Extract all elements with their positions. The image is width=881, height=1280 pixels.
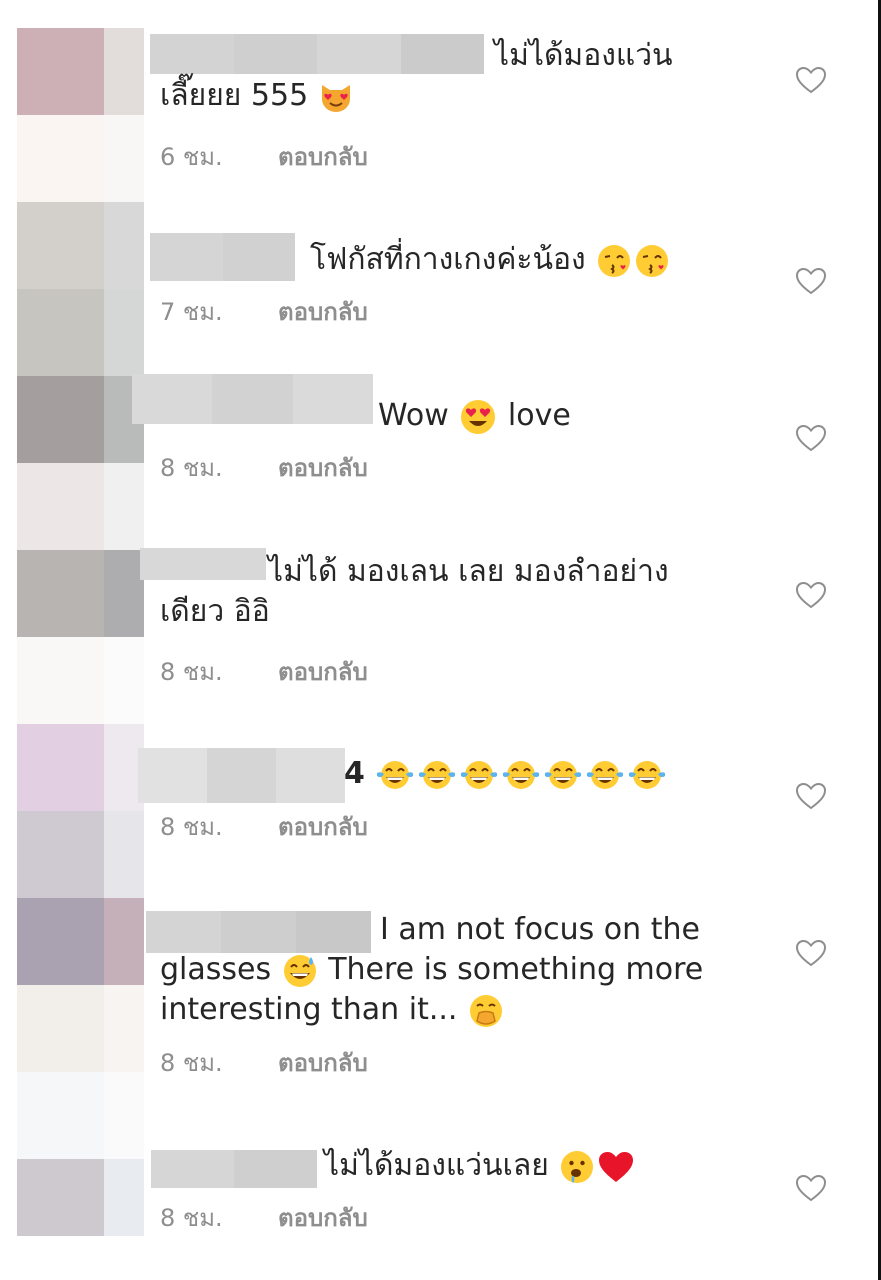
emoji-row [374,756,668,791]
like-heart-icon[interactable] [795,1173,827,1203]
comment-time: 8 ชม. [160,454,223,482]
reply-button[interactable]: ตอบกลับ [278,658,368,686]
reply-button[interactable]: ตอบกลับ [278,1049,368,1077]
tears-of-joy-icon [501,759,541,791]
comment-time: 6 ชม. [160,143,223,171]
like-heart-icon[interactable] [795,65,827,95]
comment-time: 8 ชม. [160,1204,223,1232]
like-heart-icon[interactable] [795,423,827,453]
like-heart-icon[interactable] [795,580,827,610]
reply-button[interactable]: ตอบกลับ [278,1204,368,1232]
like-heart-icon[interactable] [795,938,827,968]
comment-text: ไม่ได้มองแว่นเลย [160,1146,720,1186]
hand-over-mouth-icon [468,993,504,1029]
tears-of-joy-icon [375,759,415,791]
comment-meta: 7 ชม. ตอบกลับ [160,296,368,328]
reply-button[interactable]: ตอบกลับ [278,143,368,171]
comment-meta: 6 ชม. ตอบกลับ [160,141,368,173]
comment-meta: 8 ชม. ตอบกลับ [160,656,368,688]
heart-eyes-icon [459,398,497,436]
sweat-smile-icon [282,953,318,989]
like-heart-icon[interactable] [795,266,827,296]
avatar-blurred[interactable] [17,550,144,724]
drooling-face-icon [559,1149,595,1185]
avatar-blurred[interactable] [17,724,144,898]
tears-of-joy-icon [627,759,667,791]
like-heart-icon[interactable] [795,781,827,811]
comment-time: 8 ชม. [160,813,223,841]
comment-text: I am not focus on the glasses There is s… [160,912,704,1029]
comment-meta: 8 ชม. ตอบกลับ [160,1202,368,1234]
comment-time: 8 ชม. [160,1049,223,1077]
comment-text: ไม่ได้มองแว่น เลี๊ยยย 555 [160,38,673,113]
comment-time: 7 ชม. [160,298,223,326]
reply-button[interactable]: ตอบกลับ [278,454,368,482]
reply-button[interactable]: ตอบกลับ [278,813,368,841]
avatar-blurred[interactable] [17,1159,144,1236]
heart-eyes-cat-icon [319,81,353,113]
comment-time: 8 ชม. [160,658,223,686]
kissing-heart-icon [634,243,670,279]
comment-meta: 8 ชม. ตอบกลับ [160,1047,368,1079]
reply-button[interactable]: ตอบกลับ [278,298,368,326]
tears-of-joy-icon [585,759,625,791]
kissing-heart-icon [596,243,632,279]
comment-meta: 8 ชม. ตอบกลับ [160,811,368,843]
comment-text: Wow love [160,396,720,436]
tears-of-joy-icon [543,759,583,791]
avatar-blurred[interactable] [17,202,144,376]
comment-text: 4 [160,754,720,794]
tears-of-joy-icon [459,759,499,791]
avatar-blurred[interactable] [17,898,144,1159]
red-heart-icon [597,1150,635,1184]
comment-meta: 8 ชม. ตอบกลับ [160,452,368,484]
comment-text: โฟกัสที่กางเกงค่ะน้อง [160,240,720,280]
avatar-blurred[interactable] [17,376,144,550]
tears-of-joy-icon [417,759,457,791]
avatar-blurred[interactable] [17,28,144,202]
comment-text: ไม่ได้ มองเลน เลย มองลำอย่าง เดียว อิอิ [160,554,669,629]
